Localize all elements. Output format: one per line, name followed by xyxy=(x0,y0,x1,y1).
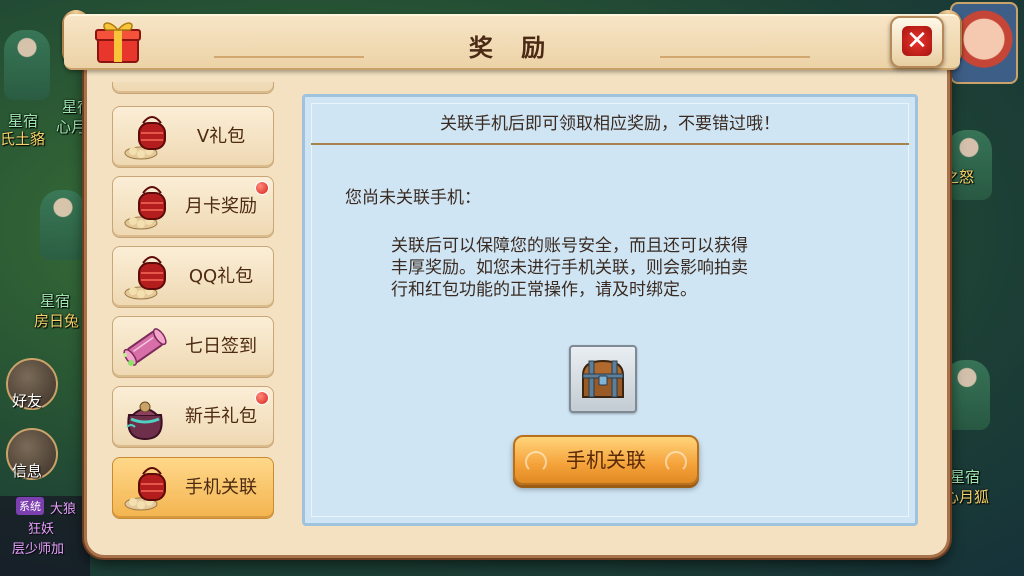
red-lantern-icon xyxy=(124,256,166,300)
chat-line: 狂妖 xyxy=(28,522,55,537)
link-status: 您尚未关联手机： xyxy=(345,188,481,208)
tab-qq-gift[interactable]: QQ礼包 xyxy=(112,246,274,308)
bg-character xyxy=(4,30,50,100)
messages-label: 信息 xyxy=(12,462,43,480)
reward-tab-list[interactable]: V礼包 月卡奖励 QQ礼包 七日签到 新手礼包 手机关联 xyxy=(112,82,274,522)
tab-v-gift[interactable]: V礼包 xyxy=(112,106,274,168)
red-lantern-icon xyxy=(124,116,166,160)
bg-name-label: 心月 xyxy=(56,118,87,136)
tab-newbie-gift[interactable]: 新手礼包 xyxy=(112,386,274,448)
notification-dot xyxy=(255,391,269,405)
title-bar: 奖 励 xyxy=(64,14,960,70)
phone-link-button[interactable]: 手机关联 xyxy=(513,435,699,485)
chat-line: 层少师加 xyxy=(12,542,65,557)
tab-label: V礼包 xyxy=(196,126,246,147)
close-icon: ✕ xyxy=(902,26,932,56)
tab-seven-day-signin[interactable]: 七日签到 xyxy=(112,316,274,378)
treasure-chest-icon xyxy=(581,359,625,398)
bg-character xyxy=(946,130,992,200)
chat-line: 大狼 xyxy=(50,502,77,517)
phone-link-content: 关联手机后即可领取相应奖励，不要错过哦！ 您尚未关联手机： 关联后可以保障您的账… xyxy=(302,94,918,526)
tab-label: 手机关联 xyxy=(185,477,257,498)
bg-character xyxy=(40,190,86,260)
button-label: 手机关联 xyxy=(566,448,646,472)
link-description: 关联后可以保障您的账号安全，而且还可以获得 丰厚奖励。如您未进行手机关联，则会影… xyxy=(391,235,831,301)
tab-partial-top[interactable] xyxy=(112,82,274,94)
bg-character xyxy=(944,360,990,430)
tab-label: QQ礼包 xyxy=(188,266,254,287)
chat-system-tag: 系统 xyxy=(16,497,44,515)
gift-box-icon xyxy=(95,22,141,63)
red-lantern-icon xyxy=(124,186,166,230)
scroll-icon xyxy=(123,328,167,366)
button-swirl-decor xyxy=(525,451,547,473)
red-lantern-icon xyxy=(124,467,166,511)
tab-label: 月卡奖励 xyxy=(185,196,257,217)
button-swirl-decor xyxy=(665,451,687,473)
bg-name-label: 星宿 xyxy=(40,292,71,310)
bg-name-label: 心月狐 xyxy=(944,488,990,506)
reward-item-slot[interactable] xyxy=(569,345,637,413)
description-line: 关联后可以保障您的账号安全，而且还可以获得 xyxy=(391,236,748,256)
bg-name-label: 房日兔 xyxy=(34,312,80,330)
tab-label: 新手礼包 xyxy=(185,406,257,427)
bg-name-label: 氏土貉 xyxy=(0,130,46,148)
bg-name-label: 星宿 xyxy=(950,468,981,486)
reward-notice: 关联手机后即可领取相应奖励，不要错过哦！ xyxy=(440,114,780,134)
divider xyxy=(311,143,909,145)
gift-bag-icon xyxy=(126,401,163,441)
tab-monthly-card[interactable]: 月卡奖励 xyxy=(112,176,274,238)
close-button[interactable]: ✕ xyxy=(890,16,944,68)
tab-label: 七日签到 xyxy=(185,336,257,357)
friends-label: 好友 xyxy=(12,392,43,410)
panel-title: 奖 励 xyxy=(468,34,556,62)
tab-phone-link[interactable]: 手机关联 xyxy=(112,457,274,519)
description-line: 丰厚奖励。如您未进行手机关联，则会影响拍卖 xyxy=(391,258,748,278)
notification-dot xyxy=(255,181,269,195)
description-line: 行和红包功能的正常操作，请及时绑定。 xyxy=(391,280,697,300)
